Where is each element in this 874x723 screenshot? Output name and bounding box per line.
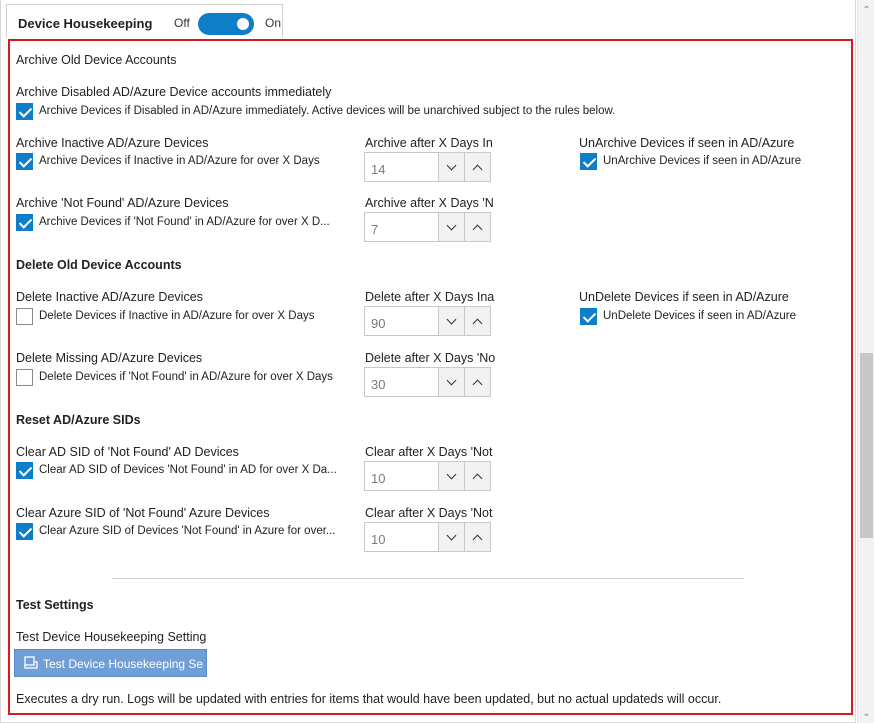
- archive-not-found-days-increment[interactable]: [464, 212, 491, 242]
- archive-inactive-days-stepper: 14: [364, 152, 494, 182]
- chevron-up-icon: [472, 224, 483, 235]
- archive-not-found-days-decrement[interactable]: [438, 212, 465, 242]
- scrollbar-thumb[interactable]: [860, 353, 873, 538]
- header-title: Device Housekeeping: [18, 16, 153, 31]
- delete-missing-days-input[interactable]: 30: [364, 367, 438, 397]
- delete-missing-days-value: 30: [371, 377, 386, 392]
- chevron-down-icon: [446, 469, 457, 480]
- archive-not-found-days-input[interactable]: 7: [364, 212, 438, 242]
- chevron-up-icon: [472, 534, 483, 545]
- archive-inactive-days-decrement[interactable]: [438, 152, 465, 182]
- clear-azure-sid-days-decrement[interactable]: [438, 522, 465, 552]
- delete-missing-days-decrement[interactable]: [438, 367, 465, 397]
- archive-not-found-checkbox-label: Archive Devices if 'Not Found' in AD/Azu…: [39, 216, 330, 228]
- archive-inactive-checkbox-label: Archive Devices if Inactive in AD/Azure …: [39, 155, 320, 167]
- vertical-scrollbar[interactable]: ⌃ ⌄: [857, 0, 874, 723]
- delete-missing-checkbox[interactable]: [16, 369, 33, 386]
- archive-inactive-days-increment[interactable]: [464, 152, 491, 182]
- clear-azure-sid-days-input[interactable]: 10: [364, 522, 438, 552]
- scroll-up-icon[interactable]: ⌃: [858, 4, 874, 18]
- chevron-down-icon: [446, 220, 457, 231]
- section-divider: [112, 578, 744, 579]
- undelete-checkbox-label: UnDelete Devices if seen in AD/Azure: [603, 310, 797, 322]
- chevron-down-icon: [446, 160, 457, 171]
- clear-ad-sid-days-decrement[interactable]: [438, 461, 465, 491]
- delete-inactive-days-input[interactable]: 90: [364, 306, 438, 336]
- archive-inactive-days-value: 14: [371, 162, 386, 177]
- unarchive-checkbox[interactable]: [580, 153, 597, 170]
- chevron-down-icon: [446, 530, 457, 541]
- clear-azure-sid-days-label: Clear after X Days 'Not: [365, 506, 493, 520]
- clear-ad-sid-days-stepper: 10: [364, 461, 494, 491]
- archive-inactive-checkbox[interactable]: [16, 153, 33, 170]
- housekeeping-header: Device Housekeeping Off On: [6, 4, 283, 37]
- archive-not-found-days-value: 7: [371, 222, 379, 237]
- clear-ad-sid-days-increment[interactable]: [464, 461, 491, 491]
- unarchive-label: UnArchive Devices if seen in AD/Azure: [579, 136, 795, 150]
- clear-azure-sid-days-increment[interactable]: [464, 522, 491, 552]
- toggle-on-label: On: [265, 16, 282, 30]
- undelete-checkbox[interactable]: [580, 308, 597, 325]
- test-housekeeping-button[interactable]: Test Device Housekeeping Se: [14, 649, 207, 677]
- delete-inactive-days-value: 90: [371, 316, 386, 331]
- undelete-label: UnDelete Devices if seen in AD/Azure: [579, 290, 789, 304]
- delete-section-title: Delete Old Device Accounts: [16, 258, 182, 272]
- delete-inactive-days-label: Delete after X Days Ina: [365, 290, 495, 304]
- clear-ad-sid-checkbox-label: Clear AD SID of Devices 'Not Found' in A…: [39, 464, 337, 476]
- archive-inactive-label: Archive Inactive AD/Azure Devices: [16, 136, 209, 150]
- chevron-up-icon: [472, 164, 483, 175]
- clear-ad-sid-days-value: 10: [371, 471, 386, 486]
- unarchive-checkbox-label: UnArchive Devices if seen in AD/Azure: [603, 155, 802, 167]
- archive-disabled-checkbox-label: Archive Devices if Disabled in AD/Azure …: [39, 105, 616, 117]
- chevron-up-icon: [472, 473, 483, 484]
- test-button-label: Test Device Housekeeping Se: [43, 657, 204, 671]
- test-note: Executes a dry run. Logs will be updated…: [16, 692, 722, 706]
- chevron-down-icon: [446, 314, 457, 325]
- test-settings-label: Test Device Housekeeping Setting: [16, 630, 207, 644]
- clear-azure-sid-label: Clear Azure SID of 'Not Found' Azure Dev…: [16, 506, 270, 520]
- clear-azure-sid-checkbox[interactable]: [16, 523, 33, 540]
- clear-azure-sid-checkbox-label: Clear Azure SID of Devices 'Not Found' i…: [39, 525, 336, 537]
- delete-missing-days-stepper: 30: [364, 367, 494, 397]
- delete-inactive-checkbox-label: Delete Devices if Inactive in AD/Azure f…: [39, 310, 315, 322]
- toggle-knob: [237, 18, 249, 30]
- reset-section-title: Reset AD/Azure SIDs: [16, 413, 141, 427]
- test-section-title: Test Settings: [16, 598, 94, 612]
- archive-not-found-days-label: Archive after X Days 'N: [365, 196, 494, 210]
- archive-inactive-days-label: Archive after X Days In: [365, 136, 493, 150]
- housekeeping-toggle[interactable]: [198, 13, 254, 35]
- chevron-up-icon: [472, 318, 483, 329]
- archive-disabled-checkbox[interactable]: [16, 103, 33, 120]
- clear-ad-sid-label: Clear AD SID of 'Not Found' AD Devices: [16, 445, 239, 459]
- clear-ad-sid-days-input[interactable]: 10: [364, 461, 438, 491]
- clear-azure-sid-days-value: 10: [371, 532, 386, 547]
- delete-inactive-label: Delete Inactive AD/Azure Devices: [16, 290, 203, 304]
- scroll-down-icon[interactable]: ⌄: [858, 707, 874, 721]
- clear-ad-sid-days-label: Clear after X Days 'Not: [365, 445, 493, 459]
- archive-inactive-days-input[interactable]: 14: [364, 152, 438, 182]
- clear-azure-sid-days-stepper: 10: [364, 522, 494, 552]
- test-run-icon: [24, 656, 38, 669]
- delete-inactive-days-decrement[interactable]: [438, 306, 465, 336]
- delete-inactive-days-increment[interactable]: [464, 306, 491, 336]
- chevron-down-icon: [446, 375, 457, 386]
- delete-missing-label: Delete Missing AD/Azure Devices: [16, 351, 203, 365]
- archive-not-found-label: Archive 'Not Found' AD/Azure Devices: [16, 196, 229, 210]
- chevron-up-icon: [472, 379, 483, 390]
- delete-missing-checkbox-label: Delete Devices if 'Not Found' in AD/Azur…: [39, 371, 333, 383]
- archive-disabled-label: Archive Disabled AD/Azure Device account…: [16, 85, 332, 99]
- delete-missing-days-increment[interactable]: [464, 367, 491, 397]
- archive-section-title: Archive Old Device Accounts: [16, 53, 177, 67]
- delete-inactive-days-stepper: 90: [364, 306, 494, 336]
- toggle-off-label: Off: [174, 16, 190, 30]
- delete-missing-days-label: Delete after X Days 'No: [365, 351, 496, 365]
- delete-inactive-checkbox[interactable]: [16, 308, 33, 325]
- archive-not-found-checkbox[interactable]: [16, 214, 33, 231]
- archive-not-found-days-stepper: 7: [364, 212, 494, 242]
- clear-ad-sid-checkbox[interactable]: [16, 462, 33, 479]
